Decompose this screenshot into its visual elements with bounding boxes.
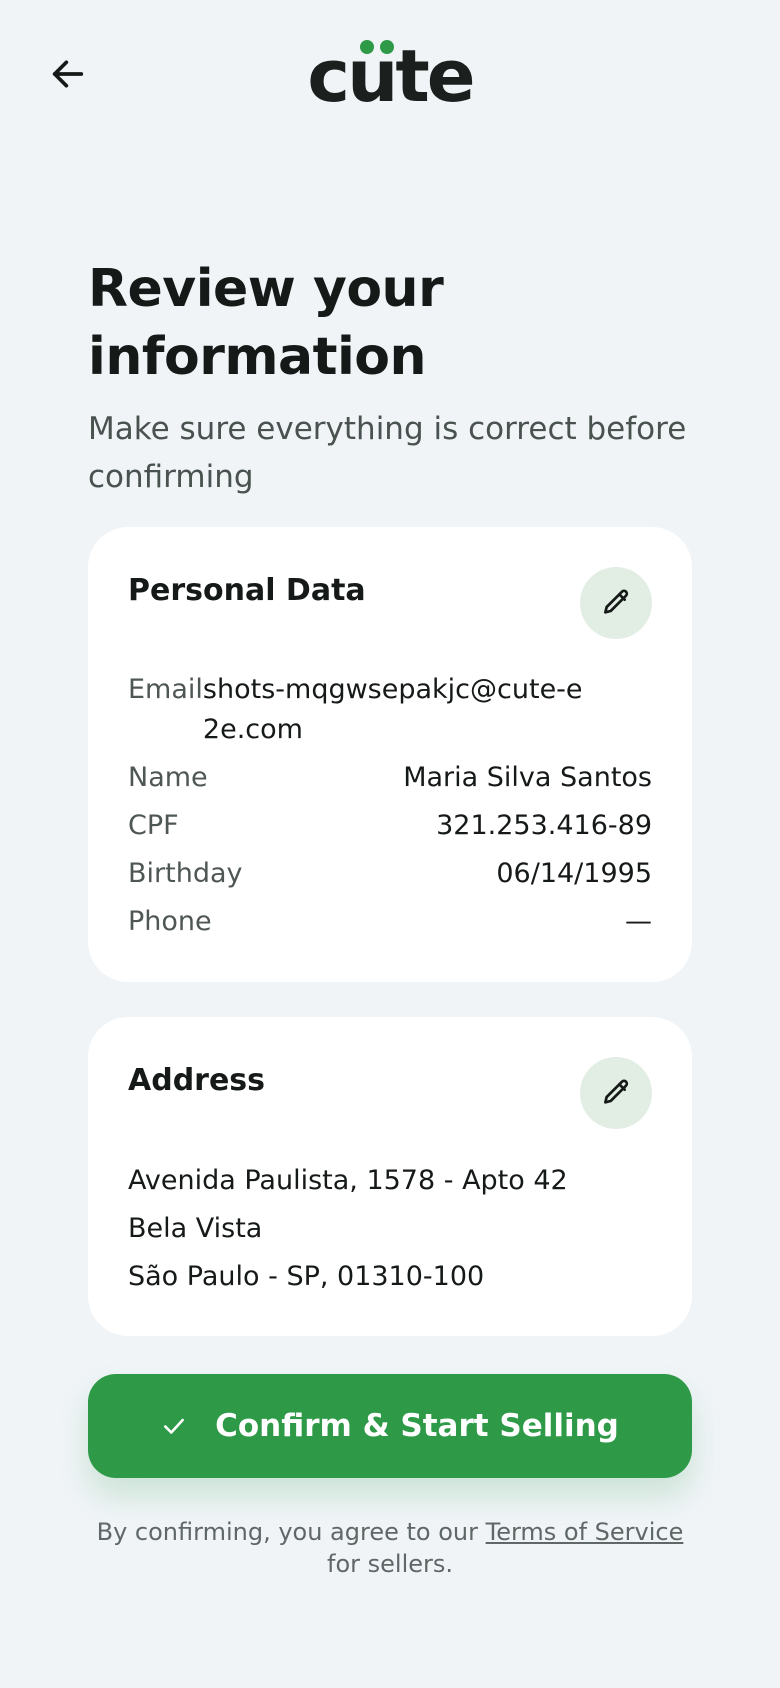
edit-personal-button[interactable] xyxy=(580,567,652,639)
name-value: Maria Silva Santos xyxy=(403,762,652,793)
name-label: Name xyxy=(128,762,208,793)
phone-value: — xyxy=(625,906,652,937)
pencil-icon xyxy=(604,1079,629,1104)
pencil-icon xyxy=(604,589,629,614)
email-label: Email xyxy=(128,674,203,705)
confirm-label: Confirm & Start Selling xyxy=(215,1408,619,1444)
page-subtitle: Make sure everything is correct before c… xyxy=(88,411,687,495)
terms-of-service-link[interactable]: Terms of Service xyxy=(486,1518,684,1546)
birthday-value: 06/14/1995 xyxy=(496,858,652,889)
terms-suffix: for sellers. xyxy=(327,1550,453,1578)
review-page: cute Review your information Make sure e… xyxy=(0,0,780,1688)
email-row: Email shots-mqgwsepakjc@cute-e2e.com xyxy=(128,670,692,750)
address-line-2: Bela Vista xyxy=(128,1213,263,1244)
personal-data-title: Personal Data xyxy=(128,573,366,608)
logo: cute xyxy=(0,40,780,112)
address-line-1: Avenida Paulista, 1578 - Apto 42 xyxy=(128,1165,568,1196)
name-row: Name Maria Silva Santos xyxy=(128,758,652,798)
phone-row: Phone — xyxy=(128,902,652,942)
page-title: Review your information xyxy=(88,259,444,387)
confirm-start-selling-button[interactable]: Confirm & Start Selling xyxy=(88,1374,692,1478)
address-line-3: São Paulo - SP, 01310-100 xyxy=(128,1261,485,1292)
phone-label: Phone xyxy=(128,906,212,937)
address-card: Address Avenida Paulista, 1578 - Apto 42… xyxy=(88,1017,692,1336)
check-icon xyxy=(164,1418,185,1434)
terms-notice: By confirming, you agree to our Terms of… xyxy=(80,1516,700,1580)
birthday-label: Birthday xyxy=(128,858,243,889)
cpf-label: CPF xyxy=(128,810,179,841)
cpf-row: CPF 321.253.416-89 xyxy=(128,806,652,846)
logo-dots xyxy=(360,40,395,54)
email-value: shots-mqgwsepakjc@cute-e2e.com xyxy=(202,674,583,745)
edit-address-button[interactable] xyxy=(580,1057,652,1129)
terms-prefix: By confirming, you agree to our xyxy=(96,1518,486,1546)
cpf-value: 321.253.416-89 xyxy=(436,810,652,841)
address-title: Address xyxy=(128,1063,266,1098)
birthday-row: Birthday 06/14/1995 xyxy=(128,854,652,894)
